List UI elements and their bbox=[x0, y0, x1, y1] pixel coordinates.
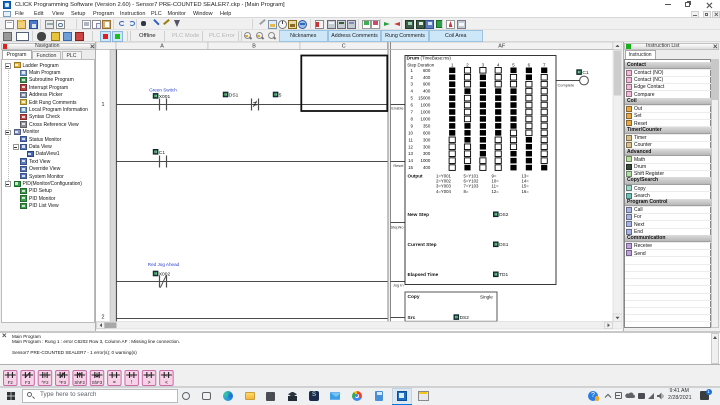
svg-text:DS2: DS2 bbox=[460, 315, 470, 321]
svg-text:TD1: TD1 bbox=[499, 272, 508, 278]
svg-text:B: B bbox=[252, 44, 256, 50]
svg-text:11: 11 bbox=[408, 137, 413, 142]
svg-text:=: = bbox=[113, 380, 116, 386]
svg-text:(TimeBase:ms): (TimeBase:ms) bbox=[421, 55, 452, 60]
svg-text:F2: F2 bbox=[8, 380, 14, 385]
svg-text:1000: 1000 bbox=[421, 116, 431, 121]
svg-text:400: 400 bbox=[423, 165, 431, 170]
svg-text:1000: 1000 bbox=[421, 103, 431, 108]
svg-text:13: 13 bbox=[408, 151, 413, 156]
svg-text:300: 300 bbox=[423, 151, 431, 156]
svg-text:900: 900 bbox=[423, 82, 431, 87]
svg-text:1000: 1000 bbox=[421, 158, 431, 163]
svg-text:DS1: DS1 bbox=[229, 93, 239, 99]
svg-text:12: 12 bbox=[408, 144, 413, 149]
svg-text:10: 10 bbox=[408, 130, 413, 135]
svg-text:400: 400 bbox=[423, 75, 431, 80]
svg-text:Output: Output bbox=[408, 174, 424, 179]
svg-text:300: 300 bbox=[423, 144, 431, 149]
svg-text:C1: C1 bbox=[582, 70, 589, 76]
svg-text:Step Duration: Step Duration bbox=[407, 63, 434, 68]
svg-text:New Step: New Step bbox=[408, 212, 430, 218]
svg-text:300: 300 bbox=[423, 137, 431, 142]
svg-text:5: 5 bbox=[279, 93, 282, 99]
svg-text:2: 2 bbox=[102, 315, 105, 321]
svg-text:X002: X002 bbox=[159, 272, 171, 278]
svg-text:Elapsed Time: Elapsed Time bbox=[408, 272, 439, 278]
svg-text:600: 600 bbox=[423, 130, 431, 135]
svg-text:14: 14 bbox=[408, 158, 413, 163]
svg-text:DS1: DS1 bbox=[499, 242, 509, 248]
svg-text:400: 400 bbox=[423, 89, 431, 94]
svg-text:Green Switch: Green Switch bbox=[149, 87, 177, 92]
svg-text:Drum: Drum bbox=[407, 55, 420, 61]
svg-text:StepNo: StepNo bbox=[391, 225, 404, 230]
svg-text:Src: Src bbox=[408, 315, 416, 321]
svg-text:>: > bbox=[148, 380, 151, 386]
svg-text:Enable: Enable bbox=[391, 106, 403, 111]
svg-text:Red Jog Ahead: Red Jog Ahead bbox=[148, 262, 180, 267]
svg-text:^F3: ^F3 bbox=[59, 380, 67, 385]
svg-text:^F2: ^F2 bbox=[41, 380, 49, 385]
svg-text:ShF2: ShF2 bbox=[74, 380, 85, 385]
svg-text:1000: 1000 bbox=[421, 110, 431, 115]
svg-text:A: A bbox=[160, 44, 164, 50]
svg-text:X001: X001 bbox=[159, 94, 171, 100]
svg-text:DS2: DS2 bbox=[499, 212, 509, 218]
svg-text:8=: 8= bbox=[464, 189, 469, 194]
svg-text:Copy: Copy bbox=[408, 294, 420, 300]
svg-text:<: < bbox=[165, 380, 168, 386]
svg-text:16=: 16= bbox=[522, 189, 530, 194]
svg-text:Complete: Complete bbox=[558, 83, 575, 88]
svg-text:F3: F3 bbox=[25, 380, 31, 385]
svg-text:!: ! bbox=[131, 380, 132, 386]
svg-text:Single: Single bbox=[480, 294, 493, 299]
svg-text:AF: AF bbox=[498, 44, 506, 50]
svg-text:15000: 15000 bbox=[418, 96, 431, 101]
svg-text:ShF3: ShF3 bbox=[92, 380, 103, 385]
svg-text:15: 15 bbox=[408, 165, 413, 170]
svg-text:C1: C1 bbox=[159, 150, 166, 156]
svg-text:4=Y004: 4=Y004 bbox=[436, 189, 452, 194]
svg-text:Current Step: Current Step bbox=[408, 242, 437, 248]
svg-text:Jog In: Jog In bbox=[393, 283, 404, 288]
svg-text:350: 350 bbox=[423, 123, 431, 128]
svg-text:1: 1 bbox=[102, 102, 105, 108]
svg-text:600: 600 bbox=[423, 68, 431, 73]
svg-text:C: C bbox=[342, 44, 346, 50]
svg-text:Reset: Reset bbox=[393, 163, 404, 168]
svg-text:12=: 12= bbox=[492, 189, 500, 194]
